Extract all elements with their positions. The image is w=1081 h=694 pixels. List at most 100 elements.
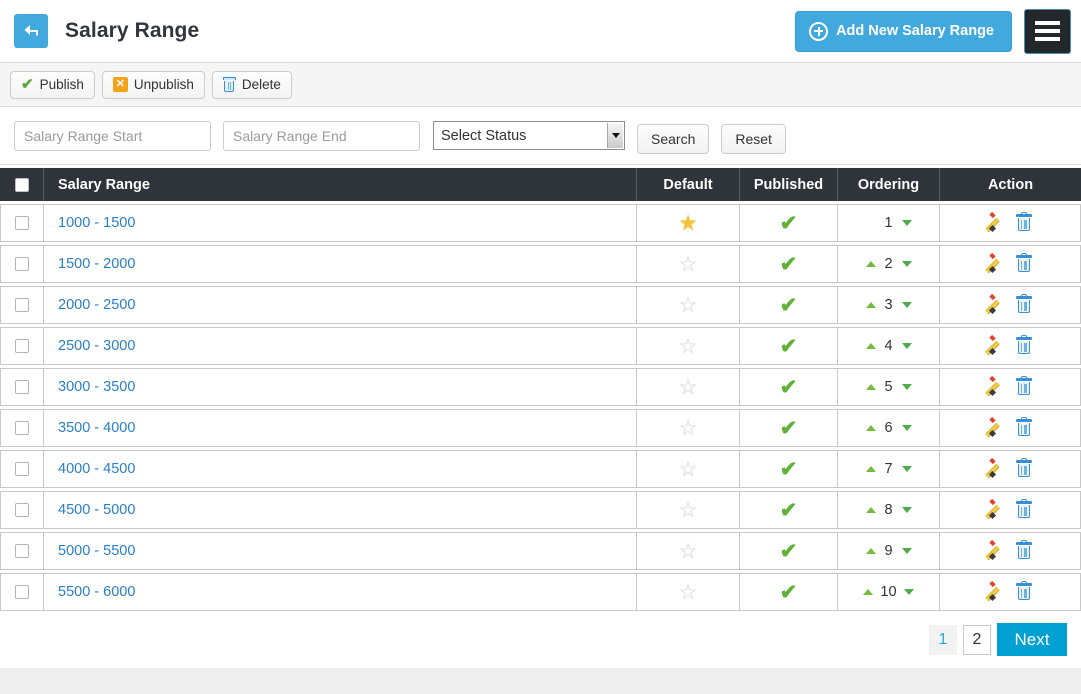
delete-trash-icon[interactable]	[1015, 293, 1032, 314]
star-outline-icon[interactable]: ☆	[679, 500, 698, 521]
edit-pencil-icon[interactable]	[985, 539, 1005, 560]
salary-range-link[interactable]: 1500 - 2000	[58, 256, 135, 272]
star-outline-icon[interactable]: ☆	[679, 582, 698, 603]
delete-trash-icon[interactable]	[1015, 375, 1032, 396]
status-select[interactable]: Select Status	[433, 121, 625, 150]
move-up-icon[interactable]	[865, 261, 876, 267]
select-all-checkbox[interactable]	[14, 177, 29, 192]
publish-button[interactable]: ✔ Publish	[10, 70, 95, 99]
edit-pencil-icon[interactable]	[985, 498, 1005, 519]
move-up-icon[interactable]	[865, 548, 876, 554]
salary-range-link[interactable]: 4000 - 4500	[58, 461, 135, 477]
move-down-icon[interactable]	[901, 302, 912, 308]
row-checkbox[interactable]	[15, 257, 29, 272]
published-check-icon[interactable]: ✔	[780, 254, 798, 275]
action-cell	[940, 450, 1081, 488]
star-outline-icon[interactable]: ☆	[679, 541, 698, 562]
row-checkbox[interactable]	[15, 544, 29, 559]
edit-pencil-icon[interactable]	[985, 416, 1005, 437]
move-down-icon[interactable]	[901, 220, 912, 226]
row-checkbox[interactable]	[15, 298, 29, 313]
pagination-page-2[interactable]: 2	[963, 624, 991, 655]
hamburger-menu-button[interactable]	[1024, 8, 1071, 54]
salary-range-link[interactable]: 4500 - 5000	[58, 502, 135, 518]
salary-range-end-input[interactable]	[223, 120, 420, 151]
delete-trash-icon[interactable]	[1015, 211, 1032, 232]
delete-trash-icon[interactable]	[1015, 580, 1032, 601]
delete-trash-icon[interactable]	[1015, 334, 1032, 355]
star-outline-icon[interactable]: ☆	[679, 295, 698, 316]
row-select-cell	[0, 491, 44, 529]
salary-range-link[interactable]: 2500 - 3000	[58, 338, 135, 354]
chevron-down-icon	[607, 123, 623, 148]
row-checkbox[interactable]	[15, 503, 29, 518]
move-up-icon[interactable]	[865, 507, 876, 513]
star-filled-icon[interactable]: ★	[679, 213, 698, 234]
edit-pencil-icon[interactable]	[985, 252, 1005, 273]
edit-pencil-icon[interactable]	[985, 334, 1005, 355]
row-checkbox[interactable]	[15, 380, 29, 395]
published-check-icon[interactable]: ✔	[780, 541, 798, 562]
action-cell	[940, 327, 1081, 365]
row-checkbox[interactable]	[15, 585, 29, 600]
salary-range-link[interactable]: 2000 - 2500	[58, 297, 135, 313]
edit-pencil-icon[interactable]	[985, 457, 1005, 478]
star-outline-icon[interactable]: ☆	[679, 377, 698, 398]
move-down-icon[interactable]	[901, 425, 912, 431]
row-checkbox[interactable]	[15, 339, 29, 354]
star-outline-icon[interactable]: ☆	[679, 254, 698, 275]
published-check-icon[interactable]: ✔	[780, 377, 798, 398]
pagination-next-button[interactable]: Next	[997, 623, 1067, 656]
published-check-icon[interactable]: ✔	[780, 295, 798, 316]
salary-range-start-input[interactable]	[14, 120, 211, 151]
search-button[interactable]: Search	[637, 123, 710, 154]
move-down-icon[interactable]	[901, 466, 912, 472]
salary-range-link[interactable]: 5000 - 5500	[58, 543, 135, 559]
published-check-icon[interactable]: ✔	[780, 459, 798, 480]
back-button[interactable]	[14, 14, 48, 48]
pagination-page-1[interactable]: 1	[929, 624, 957, 655]
salary-range-link[interactable]: 5500 - 6000	[58, 584, 135, 600]
delete-trash-icon[interactable]	[1015, 416, 1032, 437]
move-up-icon[interactable]	[865, 302, 876, 308]
row-checkbox[interactable]	[15, 462, 29, 477]
delete-button[interactable]: Delete	[211, 70, 292, 99]
salary-range-link[interactable]: 3500 - 4000	[58, 420, 135, 436]
move-down-icon[interactable]	[903, 589, 914, 595]
published-cell: ✔	[740, 368, 838, 406]
published-check-icon[interactable]: ✔	[780, 582, 798, 603]
delete-trash-icon[interactable]	[1015, 457, 1032, 478]
add-new-salary-range-button[interactable]: Add New Salary Range	[795, 10, 1012, 52]
move-up-icon[interactable]	[865, 384, 876, 390]
published-check-icon[interactable]: ✔	[780, 336, 798, 357]
salary-range-link[interactable]: 1000 - 1500	[58, 215, 135, 231]
published-check-icon[interactable]: ✔	[780, 500, 798, 521]
move-down-icon[interactable]	[901, 384, 912, 390]
order-number: 10	[880, 584, 897, 600]
move-down-icon[interactable]	[901, 343, 912, 349]
delete-trash-icon[interactable]	[1015, 252, 1032, 273]
published-check-icon[interactable]: ✔	[780, 213, 798, 234]
move-up-icon[interactable]	[865, 343, 876, 349]
unpublish-button[interactable]: ✕ Unpublish	[101, 70, 205, 99]
move-up-icon[interactable]	[863, 589, 874, 595]
delete-trash-icon[interactable]	[1015, 498, 1032, 519]
salary-range-link[interactable]: 3000 - 3500	[58, 379, 135, 395]
edit-pencil-icon[interactable]	[985, 293, 1005, 314]
star-outline-icon[interactable]: ☆	[679, 459, 698, 480]
edit-pencil-icon[interactable]	[985, 580, 1005, 601]
delete-trash-icon[interactable]	[1015, 539, 1032, 560]
move-up-icon[interactable]	[865, 425, 876, 431]
row-checkbox[interactable]	[15, 421, 29, 436]
edit-pencil-icon[interactable]	[985, 375, 1005, 396]
row-checkbox[interactable]	[15, 216, 29, 231]
star-outline-icon[interactable]: ☆	[679, 336, 698, 357]
published-check-icon[interactable]: ✔	[780, 418, 798, 439]
star-outline-icon[interactable]: ☆	[679, 418, 698, 439]
move-down-icon[interactable]	[901, 548, 912, 554]
reset-button[interactable]: Reset	[721, 123, 786, 154]
move-up-icon[interactable]	[865, 466, 876, 472]
move-down-icon[interactable]	[901, 261, 912, 267]
edit-pencil-icon[interactable]	[985, 211, 1005, 232]
move-down-icon[interactable]	[901, 507, 912, 513]
